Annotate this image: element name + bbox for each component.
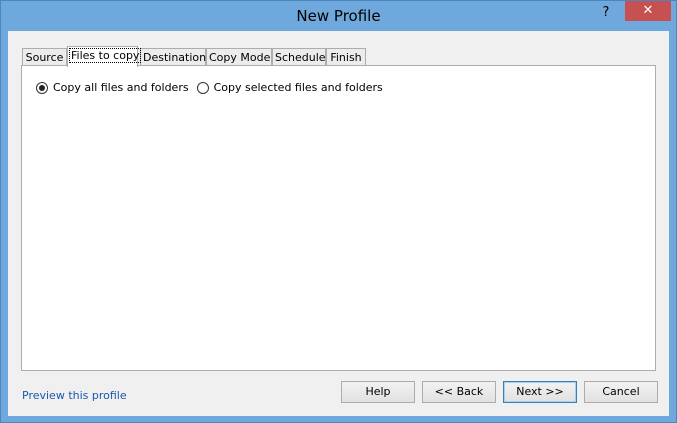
- copy-all-label: Copy all files and folders: [53, 81, 189, 94]
- tab-panel-files-to-copy: Copy all files and folders Copy selected…: [21, 65, 656, 371]
- tab-label: Copy Mode: [209, 51, 271, 64]
- tab-label: Files to copy: [68, 48, 142, 63]
- copy-selected-radio[interactable]: Copy selected files and folders: [196, 81, 383, 94]
- preview-profile-link[interactable]: Preview this profile: [22, 389, 127, 402]
- copy-all-radio[interactable]: Copy all files and folders: [36, 81, 189, 94]
- tab-label: Schedule: [275, 51, 326, 64]
- tab-label: Source: [25, 51, 64, 64]
- radio-unselected-icon: [196, 81, 209, 94]
- radio-selected-icon: [36, 81, 48, 94]
- tab-schedule[interactable]: Schedule: [272, 48, 326, 65]
- tab-files-to-copy[interactable]: Files to copy: [67, 46, 142, 67]
- copy-selected-label: Copy selected files and folders: [213, 81, 383, 94]
- tab-finish[interactable]: Finish: [326, 48, 366, 65]
- tab-destination[interactable]: Destination: [140, 48, 206, 65]
- tab-label: Finish: [330, 51, 362, 64]
- copy-option-group: Copy all files and folders Copy selected…: [36, 81, 391, 94]
- help-button[interactable]: Help: [341, 381, 415, 403]
- title-bar[interactable]: New Profile ? ✕: [1, 1, 676, 31]
- cancel-button[interactable]: Cancel: [584, 381, 658, 403]
- back-button[interactable]: << Back: [422, 381, 496, 403]
- help-icon[interactable]: ?: [596, 4, 616, 22]
- next-button[interactable]: Next >>: [503, 381, 577, 403]
- dialog-window: New Profile ? ✕ Source Files to copy Des…: [0, 0, 677, 423]
- tab-copy-mode[interactable]: Copy Mode: [206, 48, 272, 65]
- close-icon[interactable]: ✕: [625, 1, 671, 21]
- window-title: New Profile: [296, 7, 381, 25]
- dialog-client-area: Source Files to copy Destination Copy Mo…: [8, 31, 669, 416]
- tab-source[interactable]: Source: [22, 48, 67, 65]
- tab-label: Destination: [143, 51, 207, 64]
